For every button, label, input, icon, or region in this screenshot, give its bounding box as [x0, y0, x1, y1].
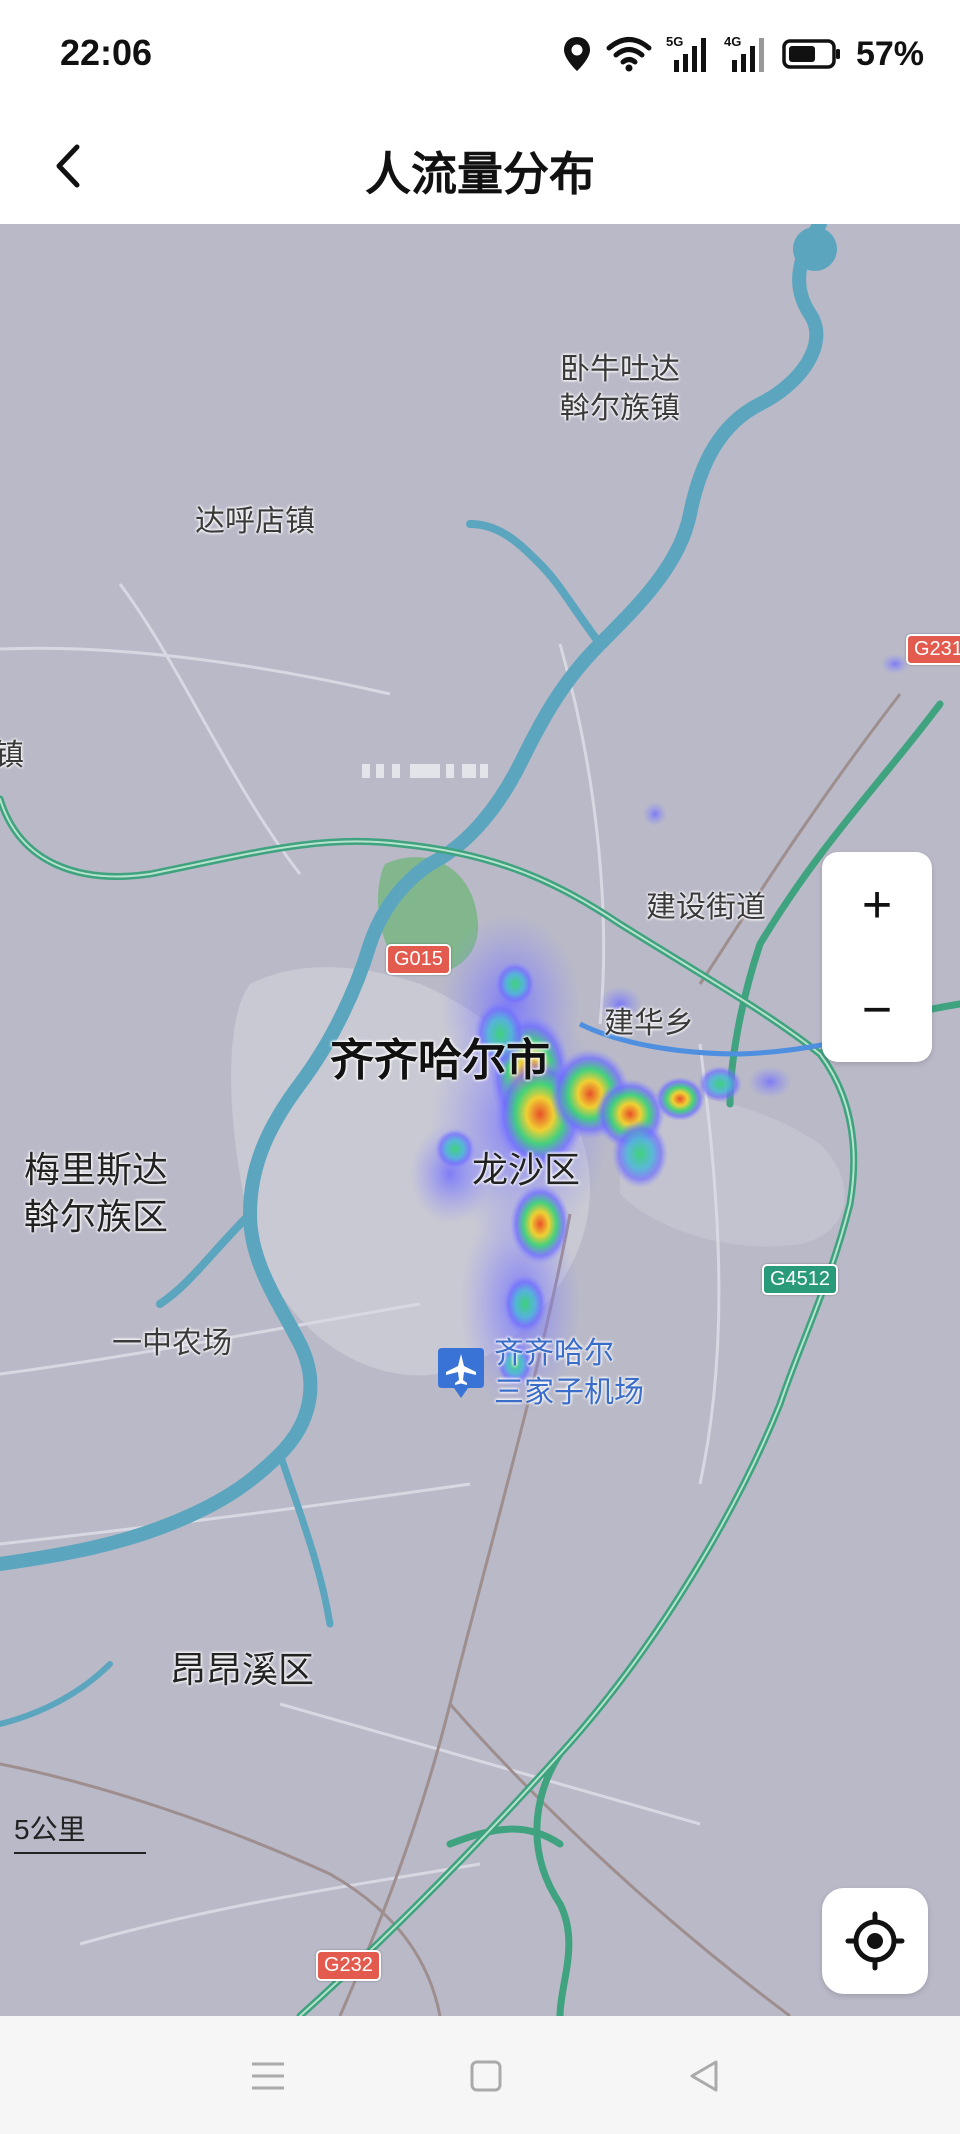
- battery-percent: 57%: [855, 34, 924, 73]
- map-label-dahu: 达呼店镇: [195, 504, 315, 539]
- svg-text:4G: 4G: [724, 34, 741, 49]
- map[interactable]: 卧牛吐达 斡尔族镇 达呼店镇 镇 建设街道 建华乡 齐齐哈尔市 龙沙区 梅里斯达…: [0, 224, 960, 2016]
- wifi-icon: [606, 37, 652, 72]
- road-badge-g231: G231: [906, 634, 960, 665]
- home-square-icon: [470, 2060, 502, 2092]
- signal-4g-icon: 4G: [724, 34, 764, 72]
- system-back-button[interactable]: [674, 2046, 734, 2106]
- status-icons: 5G 4G 57%: [562, 30, 924, 78]
- scale-label: 5公里: [14, 1814, 86, 1845]
- map-label-yizhong: 一中农场: [112, 1326, 232, 1361]
- menu-icon: [252, 2062, 284, 2090]
- map-label-longsha: 龙沙区: [472, 1150, 581, 1191]
- menu-button[interactable]: [238, 2046, 298, 2106]
- map-label-meili: 梅里斯达 斡尔族区: [24, 1150, 169, 1238]
- map-label-wotu: 卧牛吐达 斡尔族镇: [560, 352, 680, 426]
- map-scale: 5公里: [14, 1808, 146, 1854]
- map-label-airport: 齐齐哈尔 三家子机场: [494, 1336, 644, 1410]
- crosshair-icon: [845, 1911, 905, 1971]
- road-badge-g015: G015: [386, 944, 451, 975]
- location-icon: [563, 37, 590, 71]
- status-time: 22:06: [60, 32, 153, 73]
- header: 人流量分布: [0, 108, 960, 224]
- scale-bar: [14, 1852, 146, 1854]
- home-button[interactable]: [456, 2046, 516, 2106]
- map-label-angangxi: 昂昂溪区: [170, 1650, 315, 1691]
- map-canvas: [0, 224, 960, 2016]
- status-bar: 22:06 5G 4G 57%: [0, 0, 960, 108]
- road-badge-g4512: G4512: [762, 1264, 839, 1295]
- road-badge-g232: G232: [316, 1950, 381, 1981]
- signal-5g-icon: 5G: [666, 34, 706, 72]
- airport-icon[interactable]: [436, 1344, 486, 1400]
- map-label-jianhua: 建华乡: [604, 1006, 694, 1041]
- zoom-control: + −: [822, 852, 932, 1062]
- zoom-out-button[interactable]: −: [822, 957, 932, 1062]
- locate-button[interactable]: [822, 1888, 928, 1994]
- page-title: 人流量分布: [365, 147, 595, 201]
- map-label-city: 齐齐哈尔市: [330, 1035, 550, 1086]
- back-triangle-icon: [690, 2060, 718, 2092]
- map-label-jianshe: 建设街道: [646, 890, 766, 925]
- zoom-in-button[interactable]: +: [822, 852, 932, 957]
- system-nav-bar: [0, 2016, 960, 2134]
- battery-icon: [782, 39, 840, 69]
- map-label-zhen: 镇: [0, 738, 24, 773]
- svg-text:5G: 5G: [666, 34, 683, 49]
